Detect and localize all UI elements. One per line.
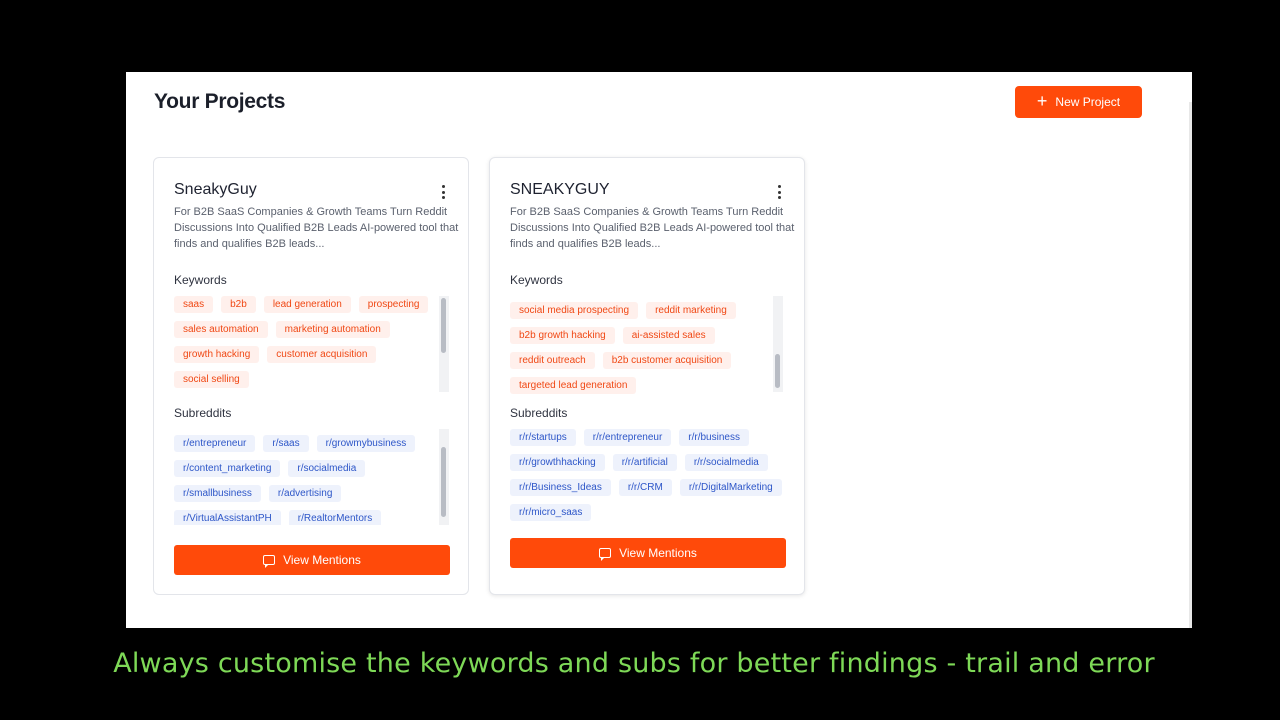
keyword-tag: growth hacking xyxy=(174,346,260,363)
keywords-label: Keywords xyxy=(174,273,227,287)
subreddit-tag: r/VirtualAssistantPH xyxy=(174,510,281,525)
view-mentions-button[interactable]: View Mentions xyxy=(174,545,450,575)
keyword-tag: social media prospecting xyxy=(510,302,639,319)
subreddit-tag: r/content_marketing xyxy=(174,460,281,477)
keywords-list: saas b2b lead generation prospecting sal… xyxy=(174,296,450,390)
subreddit-tag: r/r/growthhacking xyxy=(510,454,605,471)
keyword-tag: reddit outreach xyxy=(510,352,595,369)
page-scrollbar[interactable] xyxy=(1189,102,1192,628)
keyword-tag: ai-assisted sales xyxy=(622,327,715,344)
new-project-label: New Project xyxy=(1055,95,1121,109)
new-project-button[interactable]: + New Project xyxy=(1015,86,1142,118)
keywords-scrollbar[interactable] xyxy=(773,296,783,392)
scroll-thumb[interactable] xyxy=(775,354,780,388)
keywords-scrollbar[interactable] xyxy=(439,296,449,392)
project-name: SNEAKYGUY xyxy=(510,181,610,198)
project-description: For B2B SaaS Companies & Growth Teams Tu… xyxy=(510,206,795,250)
subreddits-label: Subreddits xyxy=(174,406,232,420)
keyword-tag: targeted lead generation xyxy=(510,377,637,394)
view-mentions-button[interactable]: View Mentions xyxy=(510,538,786,568)
subreddit-tag: r/socialmedia xyxy=(288,460,366,477)
project-card: SNEAKYGUY For B2B SaaS Companies & Growt… xyxy=(489,157,805,595)
subreddits-label: Subreddits xyxy=(510,406,568,420)
subreddit-tag: r/r/business xyxy=(679,429,749,446)
keyword-tag: b2b customer acquisition xyxy=(602,352,732,369)
subreddit-tag: r/r/Business_Ideas xyxy=(510,479,611,496)
subreddit-tag: r/r/socialmedia xyxy=(684,454,768,471)
keyword-tag: social selling xyxy=(174,371,249,388)
project-card: SneakyGuy For B2B SaaS Companies & Growt… xyxy=(153,157,469,595)
app-screen: Your Projects + New Project SneakyGuy Fo… xyxy=(126,72,1192,628)
keyword-tag: b2b xyxy=(221,296,256,313)
plus-icon: + xyxy=(1036,91,1048,111)
page-title: Your Projects xyxy=(154,90,286,113)
view-mentions-label: View Mentions xyxy=(619,546,697,560)
more-options-icon[interactable] xyxy=(774,185,784,199)
subreddits-list: r/r/startups r/r/entrepreneur r/r/busine… xyxy=(510,429,786,525)
keyword-tag: reddit marketing xyxy=(646,302,736,319)
subreddit-tag: r/r/artificial xyxy=(612,454,677,471)
project-name: SneakyGuy xyxy=(174,181,257,198)
keyword-tag: marketing automation xyxy=(275,321,390,338)
keyword-tag: b2b growth hacking xyxy=(510,327,615,344)
keyword-tag: customer acquisition xyxy=(267,346,377,363)
message-icon xyxy=(263,555,276,568)
subreddit-tag: r/advertising xyxy=(268,485,342,502)
subreddit-tag: r/r/startups xyxy=(510,429,576,446)
more-options-icon[interactable] xyxy=(438,185,448,199)
scroll-thumb[interactable] xyxy=(441,298,446,353)
subreddit-tag: r/RealtorMentors xyxy=(288,510,382,525)
subreddit-tag: r/smallbusiness xyxy=(174,485,261,502)
keyword-tag: prospecting xyxy=(358,296,429,313)
subreddit-tag: r/r/entrepreneur xyxy=(583,429,672,446)
message-icon xyxy=(599,548,612,561)
caption-text: Always customise the keywords and subs f… xyxy=(113,648,1155,679)
scroll-thumb[interactable] xyxy=(441,447,446,517)
project-description: For B2B SaaS Companies & Growth Teams Tu… xyxy=(174,206,459,250)
subreddits-list: r/entrepreneur r/saas r/growmybusiness r… xyxy=(174,435,450,525)
keywords-list: social media prospecting reddit marketin… xyxy=(510,302,786,394)
view-mentions-label: View Mentions xyxy=(283,553,361,567)
subreddit-tag: r/entrepreneur xyxy=(174,435,256,452)
keyword-tag: lead generation xyxy=(263,296,351,313)
subreddit-tag: r/r/CRM xyxy=(618,479,672,496)
subreddit-tag: r/r/micro_saas xyxy=(510,504,592,521)
subreddits-scrollbar[interactable] xyxy=(439,429,449,525)
keyword-tag: saas xyxy=(174,296,214,313)
subreddit-tag: r/growmybusiness xyxy=(316,435,416,452)
subreddit-tag: r/saas xyxy=(263,435,309,452)
subreddit-tag: r/r/DigitalMarketing xyxy=(679,479,782,496)
keyword-tag: sales automation xyxy=(174,321,268,338)
keywords-label: Keywords xyxy=(510,273,563,287)
